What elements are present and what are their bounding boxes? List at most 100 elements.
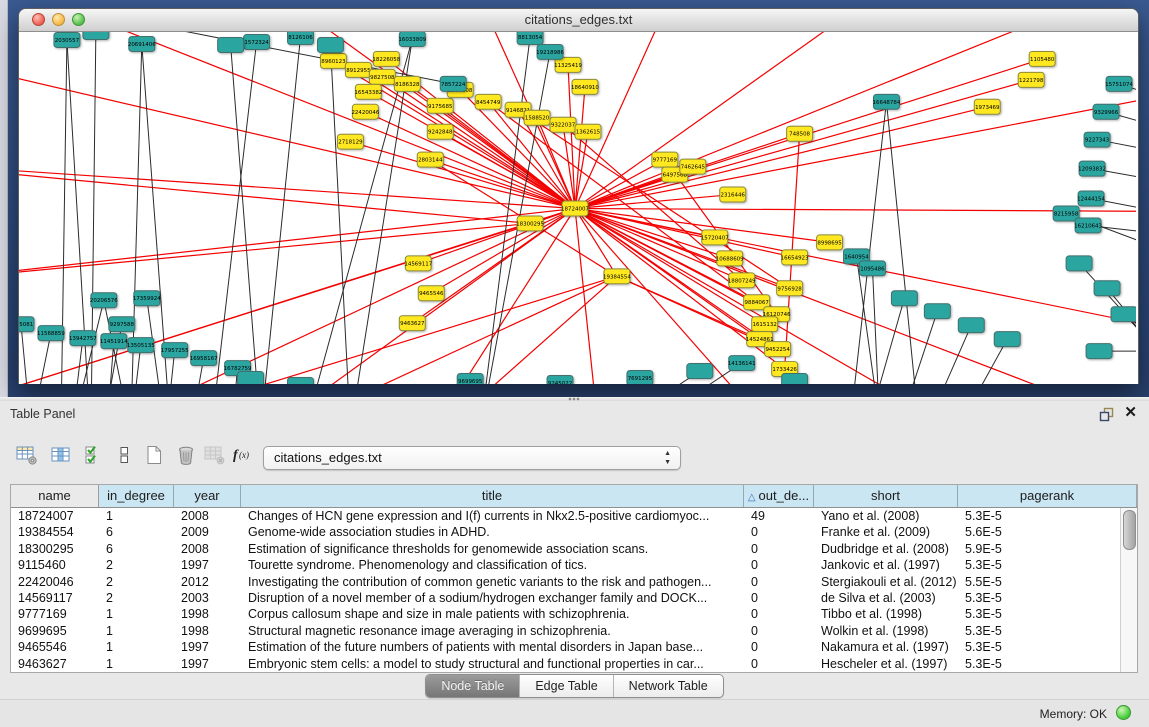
graph-node[interactable]: 2803144: [417, 152, 443, 167]
cell-title[interactable]: Estimation of the future numbers of pati…: [241, 639, 744, 655]
table-row[interactable]: 977716911998Corpus callosum shape and si…: [11, 606, 1121, 622]
cell-out-de-[interactable]: 0: [744, 606, 814, 622]
table-row[interactable]: 969969511998Structural magnetic resonanc…: [11, 623, 1121, 639]
graph-node[interactable]: 16543382: [354, 84, 382, 99]
cell-out-de-[interactable]: 0: [744, 623, 814, 639]
tab-node-table[interactable]: Node Table: [426, 675, 520, 697]
citation-edge-red[interactable]: [19, 162, 530, 224]
cell-short[interactable]: Tibbo et al. (1998): [814, 606, 958, 622]
cell-name[interactable]: 19384554: [11, 524, 99, 540]
cell-title[interactable]: Corpus callosum shape and size in male p…: [241, 606, 744, 622]
graph-node[interactable]: [218, 37, 244, 52]
table-scrollbar[interactable]: [1120, 508, 1137, 672]
float-window-icon[interactable]: [1099, 407, 1115, 422]
citation-edge-red[interactable]: [575, 107, 987, 209]
table-selector-dropdown[interactable]: citations_edges.txt ▲▼: [263, 446, 681, 470]
cell-out-de-[interactable]: 0: [744, 524, 814, 540]
graph-node[interactable]: 17359924: [133, 291, 161, 306]
graph-node[interactable]: 15751074: [1105, 76, 1133, 91]
table-settings-icon[interactable]: [14, 441, 40, 469]
cell-year[interactable]: 1997: [174, 557, 241, 573]
graph-node[interactable]: 9335081: [19, 317, 34, 332]
cell-short[interactable]: Stergiakouli et al. (2012): [814, 574, 958, 590]
graph-node[interactable]: 12444154: [1077, 191, 1105, 206]
cell-in-degree[interactable]: 6: [99, 541, 174, 557]
network-window-titlebar[interactable]: citations_edges.txt: [19, 9, 1138, 32]
table-row[interactable]: 2242004622012Investigating the contribut…: [11, 574, 1121, 590]
graph-node[interactable]: 1221798: [1018, 72, 1044, 87]
cell-in-degree[interactable]: 1: [99, 606, 174, 622]
cell-short[interactable]: Wolkin et al. (1998): [814, 623, 958, 639]
graph-node[interactable]: 9245022: [547, 376, 573, 384]
cell-name[interactable]: 14569117: [11, 590, 99, 606]
cell-pagerank[interactable]: 5.3E-5: [958, 606, 1121, 622]
cell-in-degree[interactable]: 1: [99, 656, 174, 672]
graph-node[interactable]: 22420046: [351, 104, 379, 119]
graph-node[interactable]: 12093832: [1078, 161, 1106, 176]
cell-name[interactable]: 9115460: [11, 557, 99, 573]
memory-status-indicator[interactable]: [1116, 705, 1131, 720]
cell-short[interactable]: de Silva et al. (2003): [814, 590, 958, 606]
cell-year[interactable]: 2009: [174, 524, 241, 540]
cell-name[interactable]: 9699695: [11, 623, 99, 639]
graph-node[interactable]: [782, 374, 808, 384]
column-header-short[interactable]: short: [814, 485, 958, 507]
graph-node[interactable]: 20206576: [90, 293, 118, 308]
cell-in-degree[interactable]: 2: [99, 590, 174, 606]
graph-node[interactable]: 18640910: [571, 79, 599, 94]
graph-node[interactable]: 9242848: [427, 124, 453, 139]
graph-node[interactable]: 7857224: [440, 76, 466, 91]
graph-node[interactable]: 16958167: [190, 351, 218, 366]
cell-short[interactable]: Dudbridge et al. (2008): [814, 541, 958, 557]
graph-node[interactable]: 8186328: [394, 76, 420, 91]
graph-node[interactable]: [1094, 281, 1120, 296]
cell-in-degree[interactable]: 2: [99, 574, 174, 590]
citation-edge-red[interactable]: [575, 92, 1136, 209]
cell-title[interactable]: Disruption of a novel member of a sodium…: [241, 590, 744, 606]
cell-pagerank[interactable]: 5.3E-5: [958, 656, 1121, 672]
table-row[interactable]: 946554611997Estimation of the future num…: [11, 639, 1121, 655]
cell-year[interactable]: 1998: [174, 606, 241, 622]
cell-in-degree[interactable]: 2: [99, 557, 174, 573]
select-rows-icon[interactable]: [80, 441, 106, 469]
graph-node[interactable]: 9463627: [399, 316, 425, 331]
graph-node[interactable]: 2030557: [54, 32, 80, 47]
cell-pagerank[interactable]: 5.9E-5: [958, 541, 1121, 557]
citation-edge-red[interactable]: [575, 80, 1031, 209]
cell-year[interactable]: 1997: [174, 639, 241, 655]
citation-edge-black[interactable]: [231, 45, 261, 384]
citation-edge-red[interactable]: [81, 276, 617, 384]
cell-pagerank[interactable]: 5.3E-5: [958, 590, 1121, 606]
cell-in-degree[interactable]: 6: [99, 524, 174, 540]
graph-node[interactable]: [317, 37, 343, 52]
graph-node[interactable]: 9329966: [1093, 104, 1119, 119]
graph-node[interactable]: 11451914: [100, 334, 128, 349]
citation-edge-black[interactable]: [142, 44, 171, 384]
cell-title[interactable]: Genome-wide association studies in ADHD.: [241, 524, 744, 540]
cell-pagerank[interactable]: 5.5E-5: [958, 574, 1121, 590]
graph-node[interactable]: 11568859: [37, 326, 65, 341]
graph-node[interactable]: [83, 32, 109, 39]
cell-year[interactable]: 1998: [174, 623, 241, 639]
cell-name[interactable]: 18724007: [11, 508, 99, 524]
graph-node[interactable]: 8454749: [475, 94, 501, 109]
graph-node[interactable]: 14136141: [728, 356, 756, 371]
cell-name[interactable]: 9463627: [11, 656, 99, 672]
cell-short[interactable]: Hescheler et al. (1997): [814, 656, 958, 672]
cell-out-de-[interactable]: 0: [744, 656, 814, 672]
graph-node[interactable]: 9297588: [109, 317, 135, 332]
table-scrollbar-thumb[interactable]: [1123, 510, 1136, 550]
citation-edge-black[interactable]: [21, 324, 31, 384]
graph-node[interactable]: 16210643: [1074, 218, 1102, 233]
column-header-out-de-[interactable]: △out_de...: [744, 485, 814, 507]
graph-node[interactable]: 1615132: [752, 317, 778, 332]
graph-node[interactable]: 16654923: [781, 250, 809, 265]
cell-title[interactable]: Tourette syndrome. Phenomenology and cla…: [241, 557, 744, 573]
graph-node[interactable]: 1095486: [859, 261, 885, 276]
graph-node[interactable]: 18724007: [561, 201, 589, 216]
cell-pagerank[interactable]: 5.3E-5: [958, 557, 1121, 573]
graph-node[interactable]: 2316446: [720, 187, 746, 202]
graph-node[interactable]: 18300295: [516, 216, 544, 231]
graph-node[interactable]: [238, 372, 264, 384]
graph-node[interactable]: 9756928: [777, 281, 803, 296]
